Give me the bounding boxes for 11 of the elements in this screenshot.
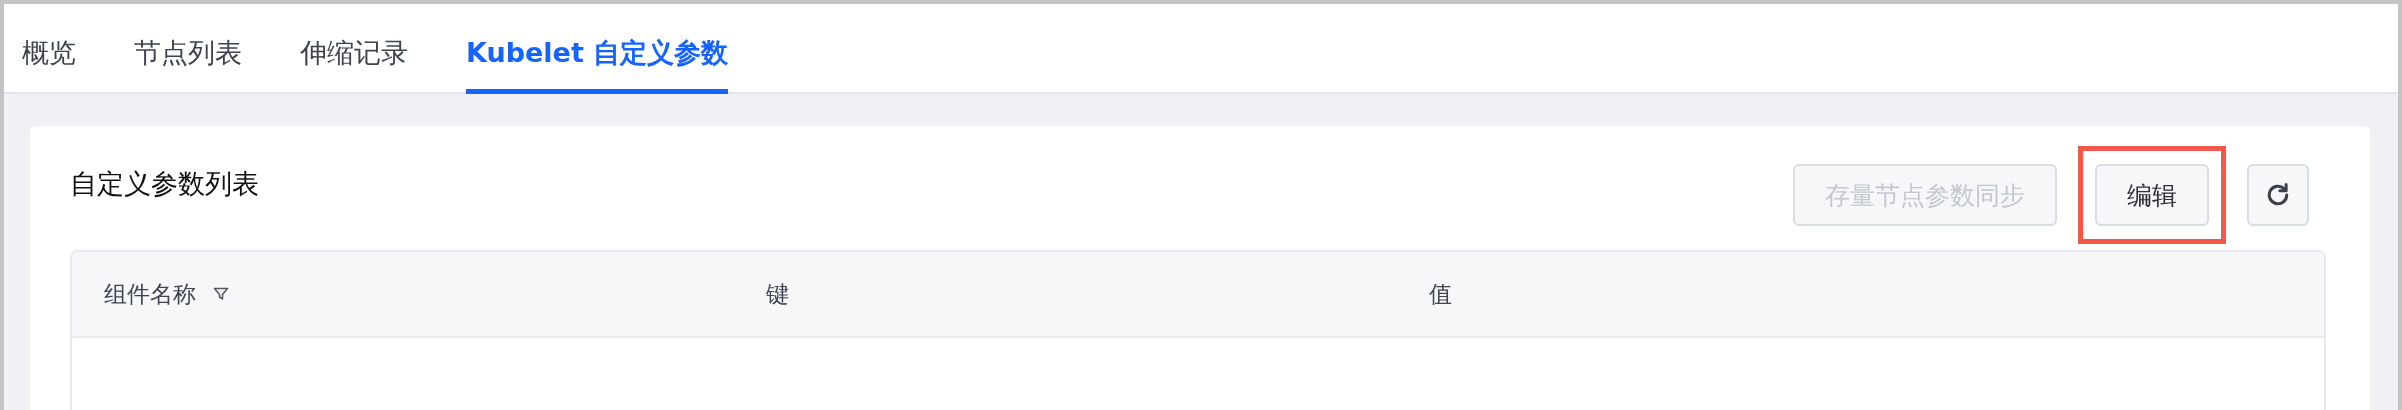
tab[interactable]: 伸缩记录 (300, 4, 408, 94)
column-header: 值 (1429, 279, 1452, 309)
tab[interactable]: Kubelet 自定义参数 (466, 4, 729, 94)
tab[interactable]: 概览 (22, 4, 76, 94)
filter-icon[interactable] (212, 285, 230, 303)
column-header: 键 (766, 279, 789, 309)
tab[interactable]: 节点列表 (134, 4, 242, 94)
edit-button[interactable]: 编辑 (2095, 164, 2209, 226)
column-header: 组件名称 (104, 279, 196, 309)
section-title: 自定义参数列表 (70, 167, 259, 201)
refresh-button[interactable] (2247, 164, 2309, 226)
